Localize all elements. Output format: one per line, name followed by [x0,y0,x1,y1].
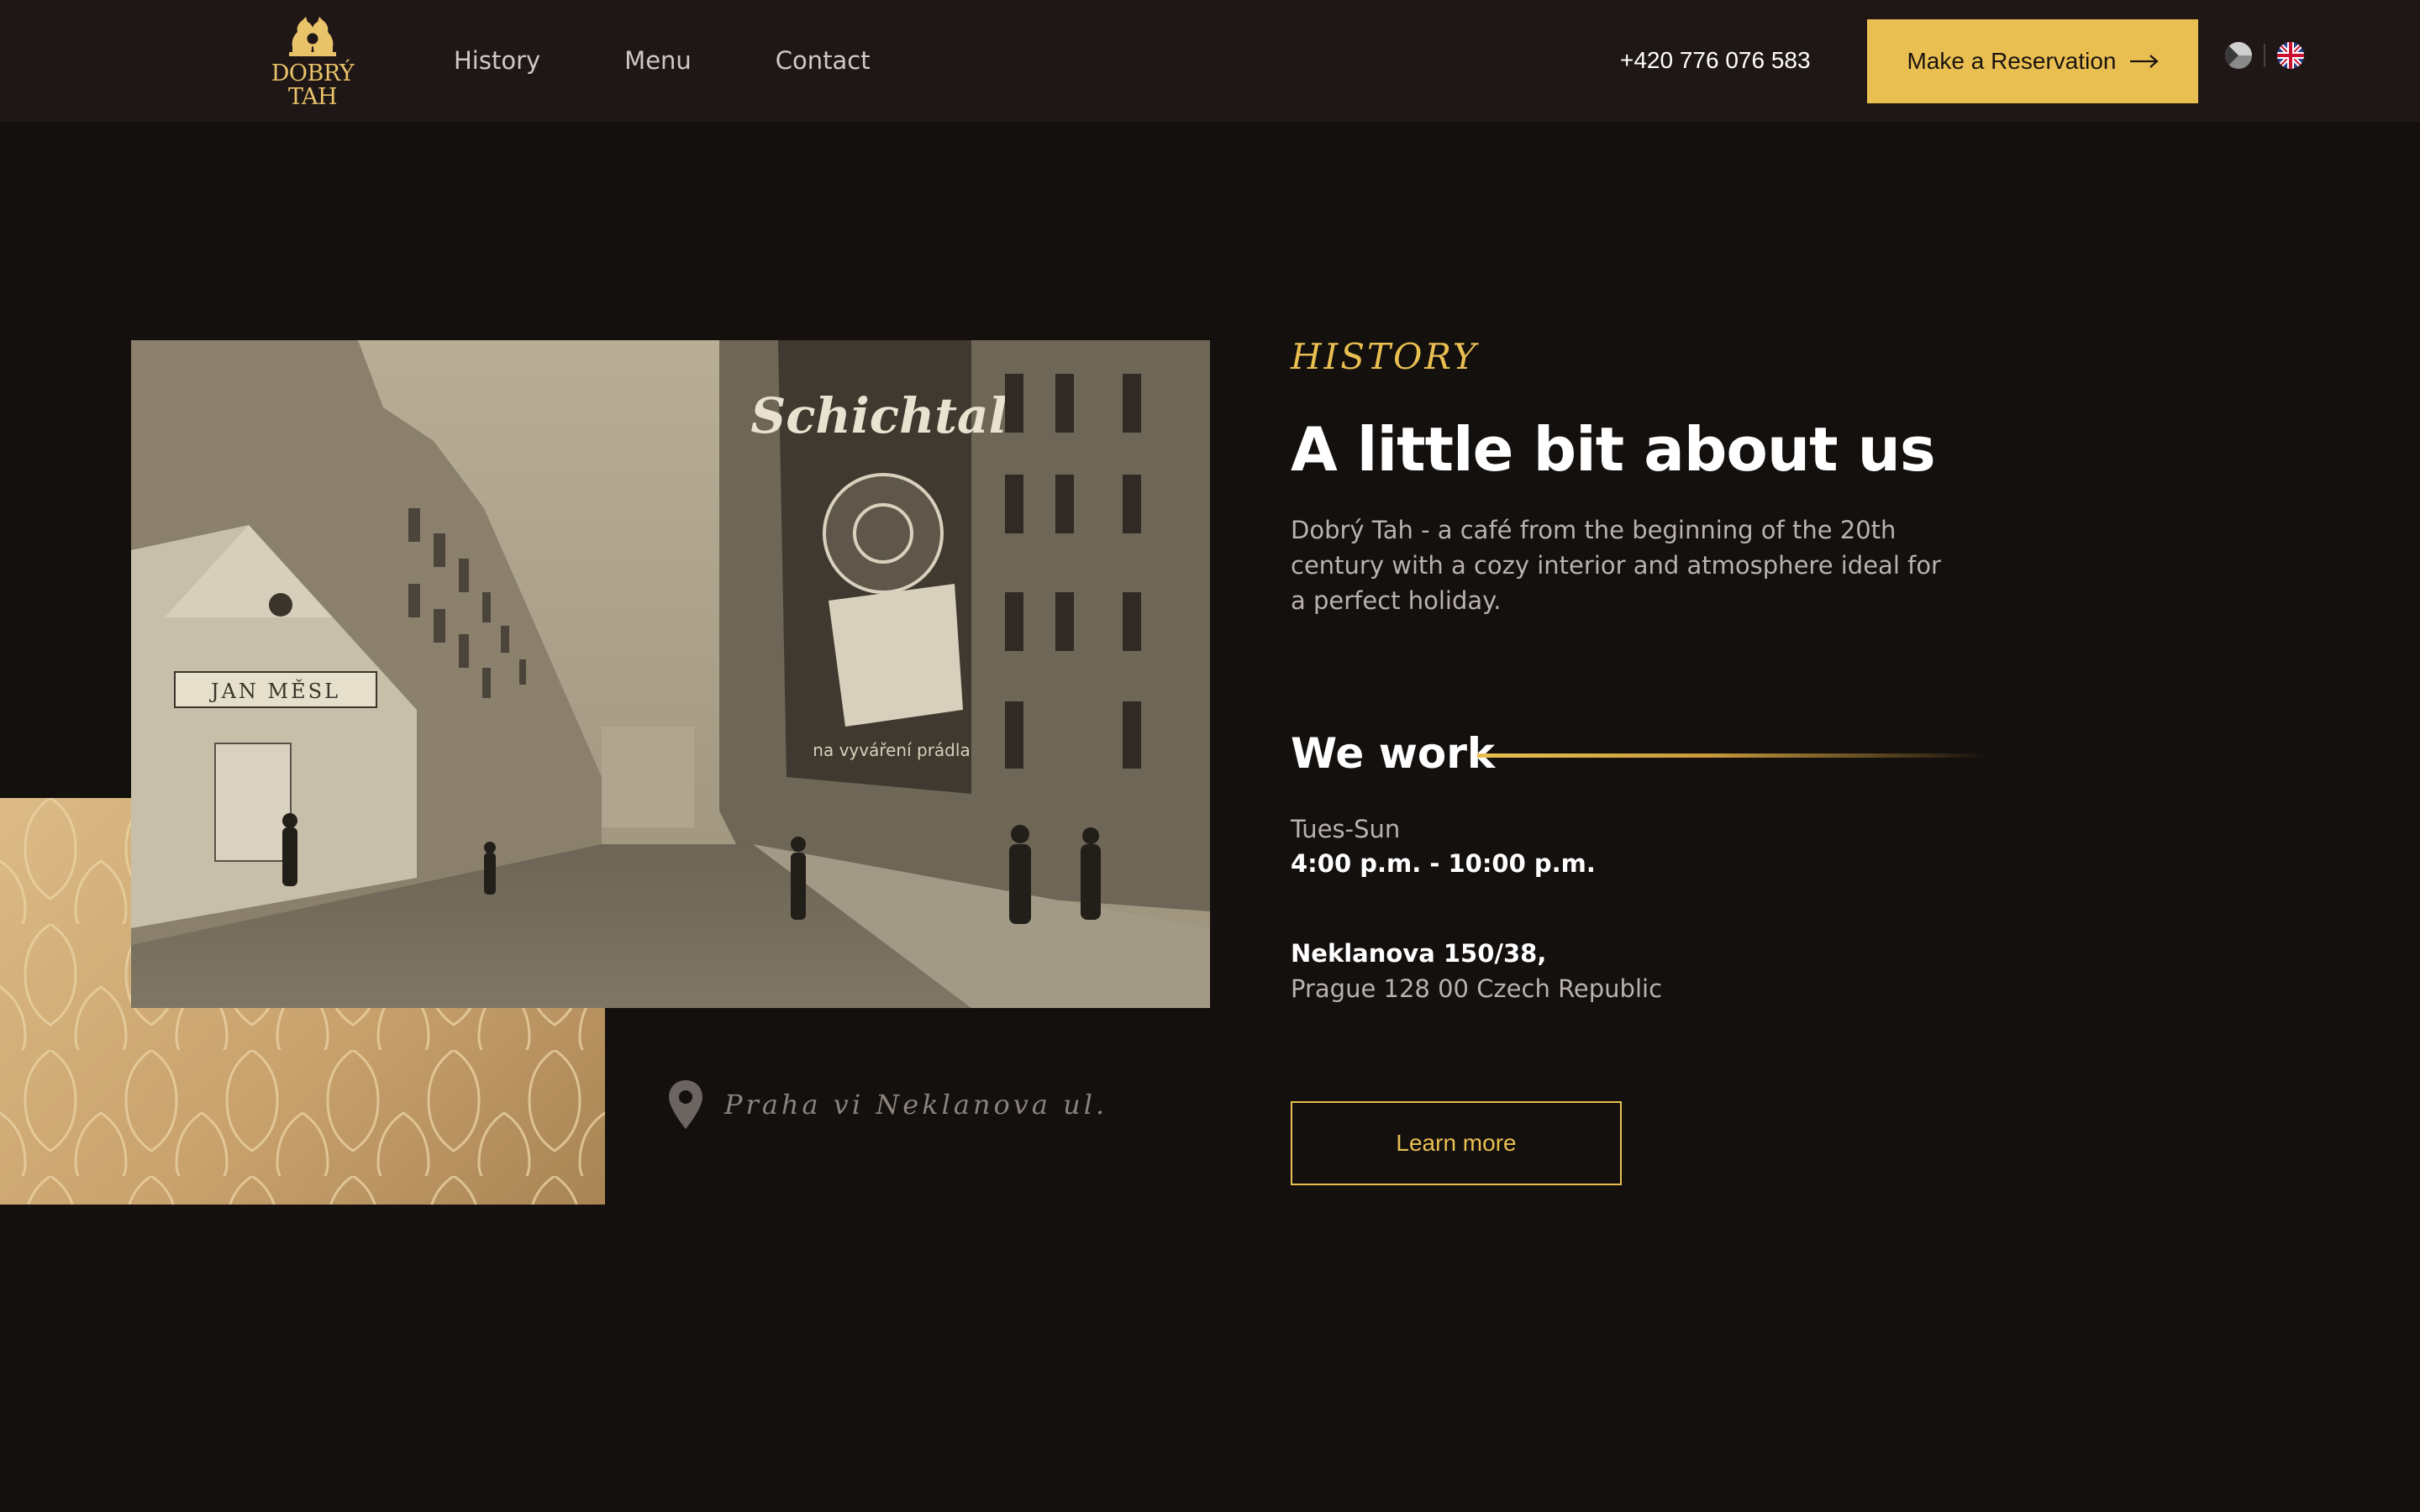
arrow-right-icon [2129,55,2159,68]
title-divider [1477,753,1990,758]
section-intro: Dobrý Tah - a café from the beginning of… [1291,516,1941,615]
nav-contact[interactable]: Contact [776,42,871,79]
section-title: A little bit about us [1291,414,1936,485]
address-street: Neklanova 150/38, [1291,939,1547,968]
learn-more-button[interactable]: Learn more [1291,1101,1622,1185]
uk-flag-icon[interactable] [2277,42,2304,69]
make-reservation-button[interactable]: Make a Reservation [1867,19,2198,103]
language-switcher [2225,42,2304,69]
phone-link[interactable]: +420 776 076 583 [1620,42,1811,79]
language-separator [2264,44,2265,67]
nav-menu[interactable]: Menu [624,42,692,79]
page: DOBRÝ TAH History Menu Contact +420 776 … [0,0,2420,1512]
logo-text: DOBRÝ TAH [271,62,355,109]
opening-hours: 4:00 p.m. - 10:00 p.m. [1291,849,1596,878]
photo-sign-jan-mesl: JAN MĚSL [208,679,340,703]
section-eyebrow: HISTORY [1291,336,1479,377]
logo-line-1: DOBRÝ [271,60,355,87]
opening-hours-title: We work [1291,729,1496,778]
logo-line-2: TAH [287,84,338,110]
historic-street-photo: JAN MĚSL Schichtal na vyváření prádla [131,340,1210,1008]
caption-text: Praha vi Neklanova ul. [724,1089,1108,1121]
chess-knights-logo-icon [289,17,336,56]
photo-sign-schichtal: Schichtal [750,387,1007,444]
site-header: DOBRÝ TAH History Menu Contact +420 776 … [0,0,2420,122]
main-nav: History Menu Contact [454,42,955,79]
reservation-label: Make a Reservation [1907,48,2117,74]
address-city: Prague 128 00 Czech Republic [1291,974,1663,1003]
photo-sign-pradla: na vyváření prádla [813,740,970,760]
location-pin-icon [669,1080,702,1129]
nav-history[interactable]: History [454,42,540,79]
czech-flag-icon[interactable] [2225,42,2252,69]
opening-days: Tues-Sun [1291,815,1401,843]
photo-caption: Praha vi Neklanova ul. [666,1079,1107,1131]
logo[interactable]: DOBRÝ TAH [271,13,355,114]
